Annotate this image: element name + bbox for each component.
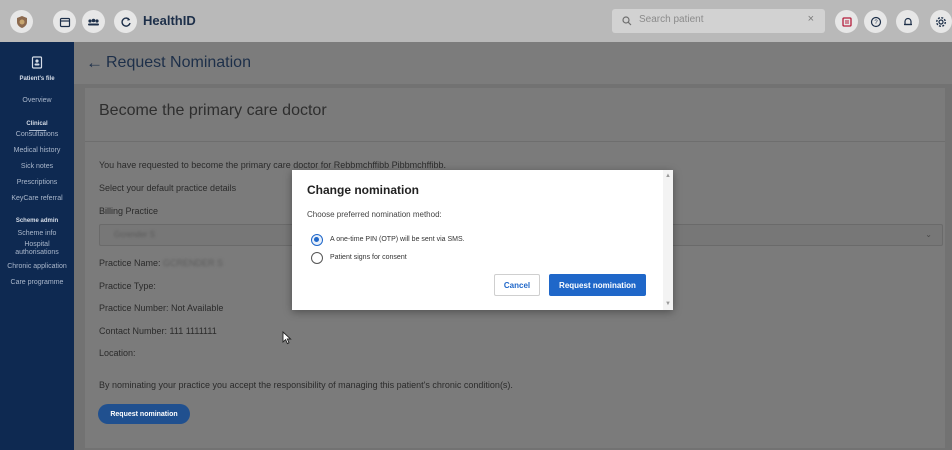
sidebar-item-keycare-referral[interactable]: KeyCare referral	[0, 195, 74, 203]
sidebar-item-hospital-authorisations[interactable]: Hospital authorisations	[0, 241, 74, 257]
sidebar-item-consultations[interactable]: Consultations	[0, 131, 74, 139]
accept-text: By nominating your practice you accept t…	[99, 380, 513, 390]
search-input[interactable]: Search patient ×	[612, 9, 825, 33]
billing-practice-label: Billing Practice	[99, 206, 159, 216]
scroll-down-icon[interactable]: ▼	[665, 301, 671, 307]
top-bar: HealthID Search patient × ?	[0, 0, 952, 42]
cursor-icon	[282, 331, 292, 345]
sidebar-item-medical-history[interactable]: Medical history	[0, 147, 74, 155]
calendar-icon[interactable]	[53, 10, 76, 33]
billing-practice-value: Gcrender S	[114, 230, 155, 239]
page-title: Request Nomination	[106, 54, 251, 71]
search-icon	[622, 16, 632, 26]
cancel-button[interactable]: Cancel	[494, 274, 540, 296]
page-header: ← Request Nomination	[74, 42, 952, 84]
settings-icon[interactable]	[930, 10, 952, 33]
practice-number: Practice Number: Not Available	[99, 303, 224, 313]
practice-name-value: GCRENDER S	[163, 258, 224, 268]
practice-type: Practice Type:	[99, 281, 156, 291]
sidebar: Patient's file Overview Clinical Consult…	[0, 42, 74, 450]
practice-name-label: Practice Name:	[99, 258, 161, 268]
close-icon[interactable]: ×	[808, 13, 814, 25]
scroll-up-icon[interactable]: ▲	[665, 173, 671, 179]
sidebar-item-scheme-info[interactable]: Scheme info	[0, 230, 74, 238]
confirm-nomination-button[interactable]: Request nomination	[549, 274, 646, 296]
search-placeholder: Search patient	[639, 14, 704, 25]
card-title: Become the primary care doctor	[99, 102, 327, 119]
back-arrow-icon[interactable]: ←	[86, 53, 103, 73]
dialog-title: Change nomination	[307, 183, 419, 197]
request-nomination-button[interactable]: Request nomination	[98, 404, 190, 424]
message-icon[interactable]	[835, 10, 858, 33]
sidebar-item-chronic-application[interactable]: Chronic application	[0, 263, 74, 271]
radio-patient-signs-label[interactable]: Patient signs for consent	[330, 254, 407, 261]
app-title: HealthID	[143, 13, 196, 28]
sidebar-item-sick-notes[interactable]: Sick notes	[0, 163, 74, 171]
radio-patient-signs[interactable]	[311, 252, 323, 264]
radio-otp-sms[interactable]	[311, 234, 323, 246]
logo-shield-icon[interactable]	[10, 10, 33, 33]
sidebar-section-clinical[interactable]: Clinical	[0, 121, 74, 127]
select-default-text: Select your default practice details	[99, 183, 237, 193]
requested-text: You have requested to become the primary…	[99, 160, 447, 170]
sidebar-item-overview[interactable]: Overview	[0, 97, 74, 105]
change-nomination-dialog: Change nomination Choose preferred nomin…	[292, 170, 673, 310]
bell-icon[interactable]	[896, 10, 919, 33]
divider	[85, 141, 945, 142]
contact-number: Contact Number: 111 1111111	[99, 326, 217, 336]
team-icon[interactable]	[82, 10, 105, 33]
dialog-subtitle: Choose preferred nomination method:	[307, 210, 442, 219]
chevron-down-icon: ⌄	[925, 230, 932, 239]
practice-name-row: Practice Name: GCRENDER S	[99, 258, 223, 268]
patient-file-label: Patient's file	[19, 76, 55, 82]
location: Location:	[99, 348, 136, 358]
refresh-icon[interactable]	[114, 10, 137, 33]
sidebar-item-prescriptions[interactable]: Prescriptions	[0, 179, 74, 187]
help-icon[interactable]: ?	[864, 10, 887, 33]
svg-text:?: ?	[874, 20, 878, 26]
sidebar-section-scheme-admin[interactable]: Scheme admin	[0, 218, 74, 224]
dialog-scrollbar[interactable]: ▲ ▼	[663, 170, 673, 310]
sidebar-patient-file[interactable]: Patient's file	[0, 56, 74, 82]
patient-file-icon	[31, 56, 43, 69]
sidebar-item-care-programme[interactable]: Care programme	[0, 279, 74, 287]
radio-otp-sms-label[interactable]: A one-time PIN (OTP) will be sent via SM…	[330, 236, 465, 243]
